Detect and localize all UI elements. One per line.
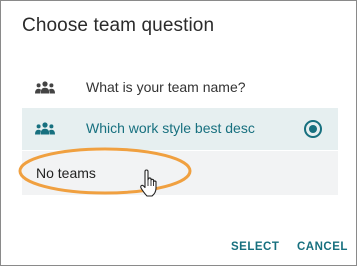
select-button[interactable]: SELECT bbox=[231, 241, 279, 253]
option-label: What is your team name? bbox=[86, 79, 246, 95]
option-label: No teams bbox=[36, 165, 96, 181]
cancel-button[interactable]: CANCEL bbox=[297, 241, 348, 253]
dialog-title: Choose team question bbox=[22, 15, 215, 36]
team-icon bbox=[35, 81, 55, 94]
option-no-teams[interactable]: No teams bbox=[22, 151, 338, 195]
option-team-name[interactable]: What is your team name? bbox=[22, 67, 338, 109]
choose-team-question-dialog: Choose team question What is your team n… bbox=[0, 0, 357, 266]
option-work-style[interactable]: Which work style best desc bbox=[22, 108, 338, 150]
team-icon bbox=[35, 122, 55, 135]
option-label: Which work style best desc bbox=[86, 120, 255, 136]
hand-pointer-cursor-icon bbox=[140, 169, 157, 197]
selected-radio-button[interactable] bbox=[304, 120, 322, 138]
